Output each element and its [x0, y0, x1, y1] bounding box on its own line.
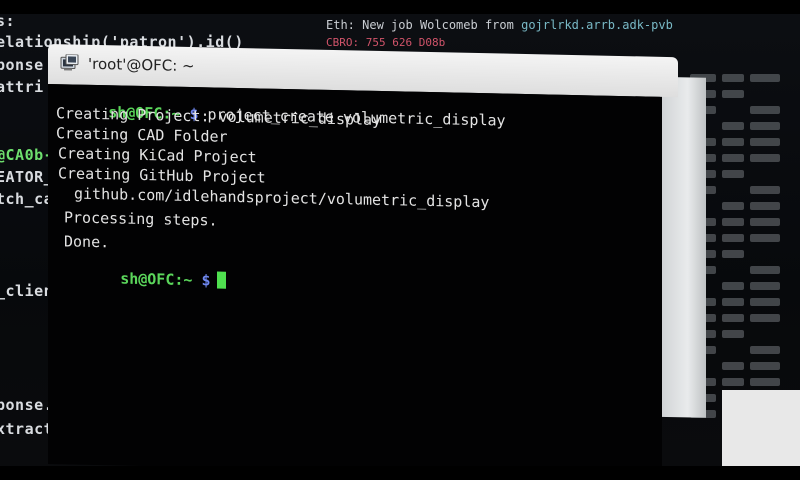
terminal-icon	[60, 53, 80, 72]
prompt-user: sh@OFC:~	[120, 269, 193, 290]
letterbox-bottom	[0, 466, 800, 480]
output-line: Done.	[64, 232, 110, 252]
background-log-line-1: Eth: New job Wolcomeb from gojrlrkd.arrb…	[326, 18, 673, 32]
background-code-line: s:	[0, 14, 16, 30]
output-line: Creating KiCad Project	[58, 144, 257, 167]
background-text-block	[722, 282, 744, 290]
background-text-block	[722, 90, 744, 98]
background-text-block	[750, 234, 780, 242]
background-text-block	[750, 298, 780, 306]
background-text-block	[722, 74, 744, 82]
terminal-body[interactable]: sh@OFC:~ $ project_create volumetric_dis…	[48, 84, 662, 477]
terminal-window[interactable]: 'root'@OFC: ~ sh@OFC:~ $ project_create …	[48, 44, 706, 478]
active-prompt-line[interactable]: sh@OFC:~ $	[66, 250, 226, 307]
output-line: Processing steps.	[64, 208, 218, 230]
background-text-block	[750, 154, 780, 162]
background-text-block	[750, 122, 780, 130]
background-text-block	[722, 330, 744, 338]
background-text-block	[750, 218, 780, 226]
background-code-line: tch_ca	[0, 190, 54, 208]
background-text-block	[750, 266, 780, 274]
prompt-symbol: $	[201, 271, 211, 290]
background-text-block	[750, 106, 780, 114]
background-text-block	[722, 378, 744, 386]
background-text-block	[722, 234, 744, 242]
text-cursor	[216, 271, 226, 289]
background-text-block	[750, 74, 780, 82]
background-code-line: @CA0b-	[0, 146, 54, 164]
background-text-block	[722, 218, 744, 226]
letterbox-top	[0, 0, 800, 14]
background-log-line-2: CBRO: 755 626 D08b	[326, 36, 446, 49]
output-line: github.com/idlehandsproject/volumetric_d…	[74, 184, 490, 212]
background-wall	[722, 390, 800, 466]
background-text-block	[750, 282, 780, 290]
background-text-block	[750, 138, 780, 146]
background-code-line: ponse	[0, 56, 44, 74]
background-code-line: attri	[0, 78, 44, 96]
background-text-block	[750, 314, 780, 322]
background-text-block	[750, 186, 780, 194]
output-line: Creating GitHub Project	[58, 164, 266, 187]
background-text-block	[750, 202, 780, 210]
background-text-block	[722, 250, 744, 258]
output-line: Creating CAD Folder	[56, 124, 228, 146]
background-text-block	[722, 202, 744, 210]
background-text-block	[722, 154, 744, 162]
background-text-block	[722, 298, 744, 306]
window-frame	[660, 76, 706, 418]
background-text-block	[750, 362, 780, 370]
background-text-block	[722, 314, 744, 322]
background-text-block	[750, 346, 780, 354]
window-title: 'root'@OFC: ~	[88, 54, 195, 76]
background-text-block	[750, 378, 780, 386]
background-text-block	[722, 122, 744, 130]
background-text-block	[722, 170, 744, 178]
background-text-block	[722, 138, 744, 146]
background-text-block	[722, 362, 744, 370]
background-code-line: EATOR_	[0, 168, 54, 186]
